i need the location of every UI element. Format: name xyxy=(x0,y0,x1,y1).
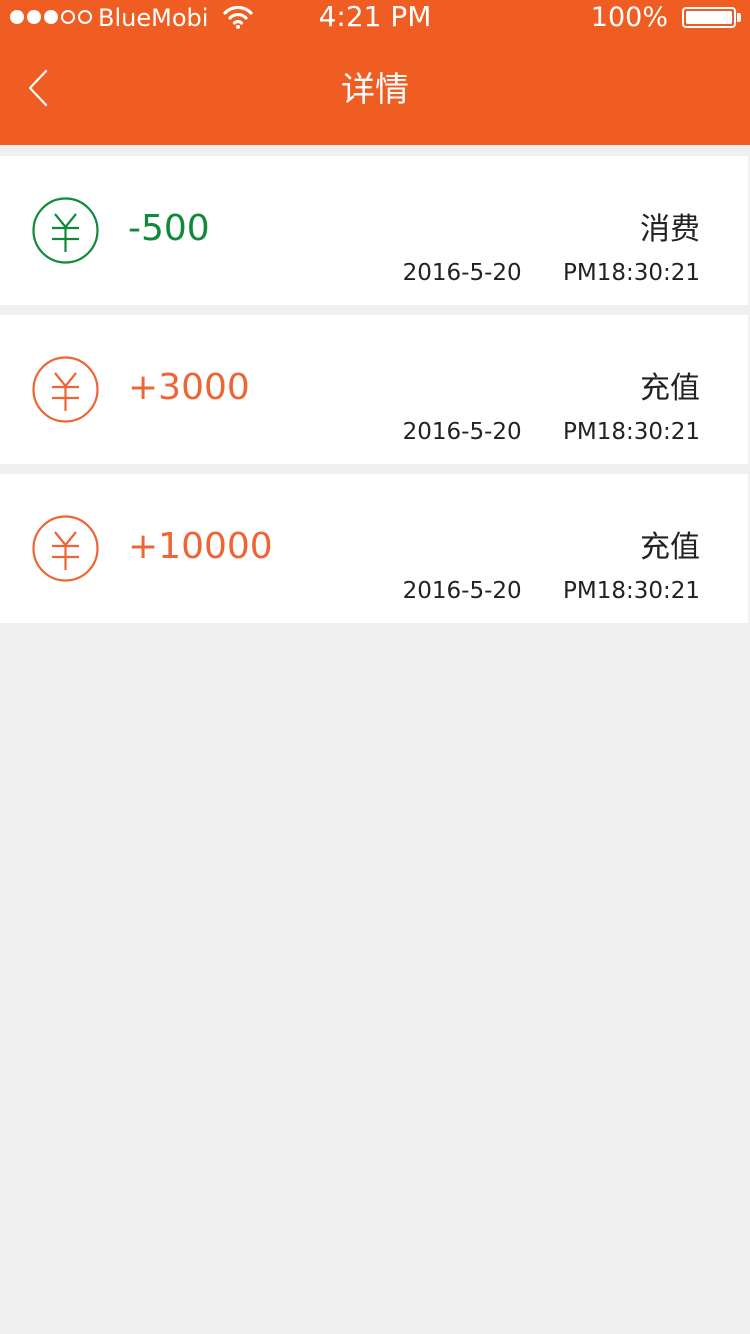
yen-icon xyxy=(32,197,99,264)
amount: +10000 xyxy=(128,526,273,567)
transaction-type: 充值 xyxy=(640,530,700,565)
transaction-time: PM18:30:21 xyxy=(562,260,700,286)
status-bar: BlueMobi 4:21 PM 100% xyxy=(0,0,750,36)
transaction-item[interactable]: +3000 充值 2016-5-20 PM18:30:21 xyxy=(0,315,748,464)
transaction-date: 2016-5-20 xyxy=(402,578,522,604)
nav-bar: 详情 xyxy=(0,40,750,140)
transaction-date: 2016-5-20 xyxy=(402,260,522,286)
battery-icon xyxy=(682,7,736,28)
transaction-item[interactable]: -500 消费 2016-5-20 PM18:30:21 xyxy=(0,156,748,305)
battery-percent: 100% xyxy=(590,2,668,33)
transaction-time: PM18:30:21 xyxy=(562,578,700,604)
transaction-datetime: 2016-5-20 PM18:30:21 xyxy=(403,417,700,447)
amount: +3000 xyxy=(128,367,250,408)
transaction-datetime: 2016-5-20 PM18:30:21 xyxy=(403,576,700,606)
yen-icon xyxy=(32,356,99,423)
header: BlueMobi 4:21 PM 100% 详情 xyxy=(0,0,750,145)
transaction-date: 2016-5-20 xyxy=(402,419,522,445)
yen-icon xyxy=(32,515,99,582)
page-title: 详情 xyxy=(341,70,409,110)
transaction-time: PM18:30:21 xyxy=(562,419,700,445)
transaction-type: 消费 xyxy=(640,212,700,247)
transaction-item[interactable]: +10000 充值 2016-5-20 PM18:30:21 xyxy=(0,474,748,623)
amount: -500 xyxy=(128,208,210,249)
transaction-datetime: 2016-5-20 PM18:30:21 xyxy=(403,258,700,288)
transaction-type: 充值 xyxy=(640,371,700,406)
transaction-list: -500 消费 2016-5-20 PM18:30:21 +3000 充值 20… xyxy=(0,156,748,633)
